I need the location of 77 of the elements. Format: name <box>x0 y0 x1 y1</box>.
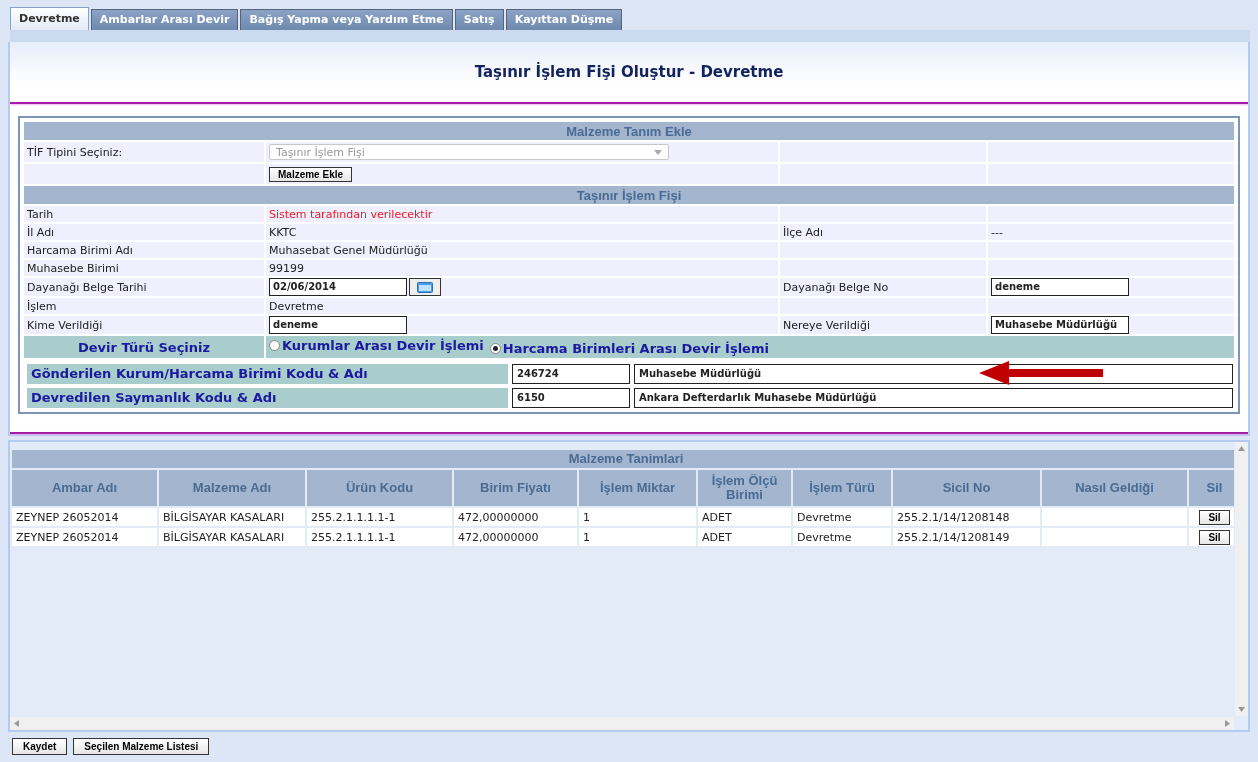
field-label: TİF Tipini Seçiniz: <box>27 145 123 159</box>
column-header: Ambar Adı <box>51 480 118 495</box>
table-cell: 255.2.1/14/1208148 <box>897 510 1010 524</box>
horizontal-scrollbar[interactable] <box>10 717 1234 730</box>
table-cell: 472,00000000 <box>458 510 539 524</box>
field-label: Harcama Birimi Adı <box>27 243 133 257</box>
column-header: İşlem Türü <box>809 480 875 495</box>
section-label: Devir Türü Seçiniz <box>77 339 211 355</box>
date-field[interactable]: 02/06/2014 <box>269 278 407 296</box>
scroll-right-icon[interactable] <box>1225 720 1230 727</box>
code-field[interactable]: 6150 <box>512 388 630 408</box>
scroll-down-icon[interactable] <box>1238 707 1245 712</box>
action-button[interactable]: Seçilen Malzeme Listesi <box>73 738 210 755</box>
scroll-left-icon[interactable] <box>14 720 19 727</box>
table-cell: 255.2.1/14/1208149 <box>897 530 1010 544</box>
column-header: Birim Fiyatı <box>480 480 551 495</box>
column-header: Nasıl Geldiği <box>1075 480 1154 495</box>
radio-button[interactable] <box>269 340 280 351</box>
table-cell: ADET <box>702 530 732 544</box>
scroll-up-icon[interactable] <box>1238 446 1245 451</box>
radio-label: Kurumlar Arası Devir İşlemi <box>282 338 484 353</box>
table-cell: Devretme <box>797 510 852 524</box>
field-value: Muhasebat Genel Müdürlüğü <box>269 243 428 257</box>
page-title: Taşınır İşlem Fişi Oluştur - Devretme <box>474 63 784 81</box>
column-header: İşlem Ölçü Birimi <box>711 473 778 502</box>
field-label: Dayanağı Belge Tarihi <box>27 280 147 294</box>
column-header: Malzeme Adı <box>192 480 272 495</box>
input-field[interactable]: deneme <box>991 278 1129 296</box>
column-header: Ürün Kodu <box>345 480 414 495</box>
input-field[interactable]: deneme <box>269 316 407 334</box>
table-cell: BİLGİSAYAR KASALARI <box>163 530 285 544</box>
row-label: Devredilen Saymanlık Kodu & Adı <box>27 388 508 408</box>
table-cell: 472,00000000 <box>458 530 539 544</box>
table-cell: Devretme <box>797 530 852 544</box>
field-label: Nereye Verildiği <box>783 318 870 332</box>
field-value: 99199 <box>269 261 304 275</box>
input-field[interactable]: Muhasebe Müdürlüğü <box>991 316 1129 334</box>
table-title: Malzeme Tanimlari <box>568 451 684 466</box>
action-button[interactable]: Kaydet <box>12 738 68 755</box>
field-value: Devretme <box>269 299 324 313</box>
add-material-button[interactable]: Malzeme Ekle <box>269 166 353 182</box>
calendar-button[interactable] <box>409 278 441 296</box>
delete-button[interactable]: Sil <box>1199 529 1230 545</box>
field-label: İl Adı <box>27 225 55 239</box>
tab[interactable]: Devretme <box>10 7 89 30</box>
column-header: Sicil No <box>942 480 991 495</box>
name-field[interactable]: Ankara Defterdarlık Muhasebe Müdürlüğü <box>634 388 1233 408</box>
section-title: Malzeme Tanım Ekle <box>566 123 692 139</box>
column-header: İşlem Miktar <box>599 480 676 495</box>
table-cell: ZEYNEP 26052014 <box>16 530 119 544</box>
code-field[interactable]: 246724 <box>512 364 630 384</box>
field-label: Tarih <box>27 207 54 221</box>
radio-button[interactable] <box>489 343 501 354</box>
table-cell: 1 <box>583 510 590 524</box>
row-label: Gönderilen Kurum/Harcama Birimi Kodu & Adı <box>27 364 508 384</box>
field-label: İşlem <box>27 299 57 313</box>
field-label: Kime Verildiği <box>27 318 103 332</box>
table-cell: ZEYNEP 26052014 <box>16 510 119 524</box>
warning-text: Sistem tarafından verilecektir <box>269 207 433 221</box>
section-title: Taşınır İşlem Fişi <box>576 187 682 203</box>
table-cell: 255.2.1.1.1.1-1 <box>311 530 396 544</box>
radio-label: Harcama Birimleri Arası Devir İşlemi <box>502 341 769 356</box>
field-value: --- <box>991 225 1003 239</box>
vertical-scrollbar[interactable] <box>1235 442 1248 716</box>
table-cell: 1 <box>583 530 590 544</box>
caret-icon <box>654 149 662 155</box>
field-label: Muhasebe Birimi <box>27 261 119 275</box>
field-value: KKTC <box>269 225 297 239</box>
name-field[interactable]: Muhasebe Müdürlüğü <box>634 364 1233 384</box>
column-header: Sil <box>1206 480 1223 495</box>
delete-button[interactable]: Sil <box>1199 509 1230 525</box>
table-cell: BİLGİSAYAR KASALARI <box>163 510 285 524</box>
field-label: Dayanağı Belge No <box>783 280 889 294</box>
calendar-icon <box>417 281 433 293</box>
table-cell: ADET <box>702 510 732 524</box>
table-cell: 255.2.1.1.1.1-1 <box>311 510 396 524</box>
field-label: İlçe Adı <box>783 225 823 239</box>
